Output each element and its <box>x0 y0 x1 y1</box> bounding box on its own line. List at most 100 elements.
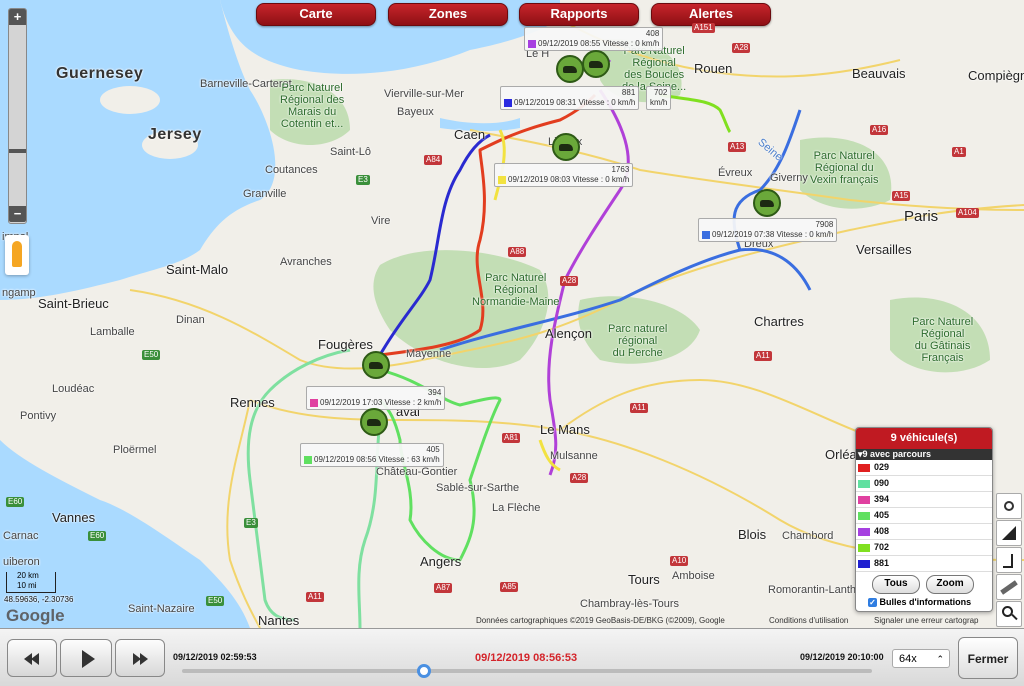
bubble-text: km/h <box>650 98 668 107</box>
vehicle-marker-icon[interactable] <box>753 189 781 217</box>
chevron-down-icon: ⌃ <box>936 654 944 664</box>
vehicle-list-item[interactable]: 394 <box>856 492 992 508</box>
vehicle-info-bubble[interactable]: 408 09/12/2019 08:55 Vitesse : 0 km/h <box>524 27 664 51</box>
place-label: Saint-Malo <box>166 262 229 277</box>
scale-mi: 10 mi <box>17 581 37 590</box>
place-label: Rouen <box>694 61 733 76</box>
road-badge: E60 <box>88 531 107 541</box>
bubble-text: 09/12/2019 17:03 Vitesse : 2 km/h <box>320 398 442 407</box>
vehicle-marker-icon[interactable] <box>552 133 580 161</box>
bubbles-checkbox-row[interactable]: ✓ Bulles d'informations <box>868 597 971 608</box>
rapports-button[interactable]: Rapports <box>519 3 639 26</box>
place-label: Guernesey <box>56 65 144 82</box>
measure-ruler-icon[interactable] <box>996 574 1022 600</box>
vehicle-marker-icon[interactable] <box>360 408 388 436</box>
road-badge: A10 <box>670 556 689 566</box>
place-label: Saint-Nazaire <box>128 603 195 615</box>
place-label: Vannes <box>52 510 96 525</box>
vehicle-list-item[interactable]: 029 <box>856 460 992 476</box>
place-label: Orléa <box>825 447 857 462</box>
zoom-slider[interactable]: + − <box>8 8 27 224</box>
all-vehicles-button[interactable]: Tous <box>872 575 920 594</box>
zoom-out-button[interactable]: − <box>9 206 26 222</box>
vehicle-list-item[interactable]: 702 <box>856 540 992 556</box>
place-label: Saint-Lô <box>330 146 371 158</box>
route-tool-icon[interactable] <box>996 547 1022 573</box>
place-label: Fougères <box>318 337 373 352</box>
report-error-link[interactable]: Signaler une erreur cartograp <box>874 616 979 625</box>
speed-select[interactable]: 64x ⌃ <box>892 649 950 668</box>
fast-forward-button[interactable] <box>115 639 165 677</box>
road-badge: A16 <box>870 125 889 135</box>
place-label: Loudéac <box>52 383 95 395</box>
place-label: Le Mans <box>540 422 590 437</box>
search-icon[interactable] <box>996 601 1022 627</box>
road-badge: A28 <box>560 276 579 286</box>
place-label: Chartres <box>754 314 804 329</box>
play-button[interactable] <box>60 639 112 677</box>
road-badge: E3 <box>356 175 370 185</box>
vehicle-info-bubble[interactable]: 1763 09/12/2019 08:03 Vitesse : 0 km/h <box>494 163 634 187</box>
road-badge: A28 <box>732 43 751 53</box>
vehicle-list-item[interactable]: 405 <box>856 508 992 524</box>
road-badge: E50 <box>206 596 225 606</box>
place-label: Jersey <box>148 126 202 143</box>
vehicle-list-item[interactable]: 090 <box>856 476 992 492</box>
place-label: Alençon <box>545 326 592 341</box>
road-badge: A1 <box>952 147 966 157</box>
place-label: Giverny <box>770 172 808 184</box>
road-badge: A87 <box>434 583 453 593</box>
locate-icon[interactable] <box>996 493 1022 519</box>
vehicle-info-bubble[interactable]: 881 09/12/2019 08:31 Vitesse : 0 km/h <box>500 86 640 110</box>
zoom-vehicles-button[interactable]: Zoom <box>926 575 974 594</box>
vehicle-info-bubble[interactable]: 394 09/12/2019 17:03 Vitesse : 2 km/h <box>306 386 446 410</box>
road-badge: A85 <box>500 582 519 592</box>
vehicle-list-subtitle[interactable]: ▾9 avec parcours <box>856 449 992 460</box>
road-badge: E3 <box>244 518 258 528</box>
bubble-text: 09/12/2019 08:55 Vitesse : 0 km/h <box>538 39 660 48</box>
vehicle-info-bubble[interactable]: 7908 09/12/2019 07:38 Vitesse : 0 km/h <box>698 218 838 242</box>
start-time: 09/12/2019 02:59:53 <box>173 652 257 662</box>
place-label: Versailles <box>856 242 912 257</box>
vehicle-name: 090 <box>874 478 890 488</box>
place-label: Ploërmel <box>113 444 157 456</box>
place-label: Tours <box>628 572 660 587</box>
close-button[interactable]: Fermer <box>958 637 1018 679</box>
vehicle-color-swatch <box>498 175 506 184</box>
road-badge: A11 <box>754 351 772 361</box>
vehicle-marker-icon[interactable] <box>556 55 584 83</box>
map-view[interactable]: Carte Zones Rapports Alertes Guernesey J… <box>0 0 1024 628</box>
vehicle-name: 408 <box>874 526 890 536</box>
bubble-text: 09/12/2019 08:56 Vitesse : 63 km/h <box>314 455 440 464</box>
vehicle-info-bubble[interactable]: 405 09/12/2019 08:56 Vitesse : 63 km/h <box>300 443 444 467</box>
zoom-slider-handle[interactable] <box>9 149 26 153</box>
rewind-button[interactable] <box>7 639 57 677</box>
road-badge: A15 <box>892 191 911 201</box>
vehicle-list-item[interactable]: 881 <box>856 556 992 572</box>
vehicle-name: 394 <box>874 494 890 504</box>
road-badge: A88 <box>508 247 527 257</box>
zones-button[interactable]: Zones <box>388 3 508 26</box>
checkbox-checked-icon[interactable]: ✓ <box>868 598 877 608</box>
fullscreen-icon[interactable] <box>996 520 1022 546</box>
vehicle-count-title[interactable]: 9 véhicule(s) <box>856 428 992 449</box>
vehicle-marker-icon[interactable] <box>362 351 390 379</box>
place-label: Amboise <box>672 570 715 582</box>
vehicle-color-swatch <box>310 398 318 407</box>
timeline-slider[interactable] <box>182 669 872 673</box>
place-label: Lamballe <box>90 326 135 338</box>
zoom-in-button[interactable]: + <box>9 9 26 25</box>
place-label: Saint-Brieuc <box>38 296 109 311</box>
road-badge: A84 <box>424 155 443 165</box>
terms-link[interactable]: Conditions d'utilisation <box>769 616 848 625</box>
street-view-pegman-icon[interactable] <box>5 235 29 275</box>
bubble-vehicle-id: 7908 <box>815 220 834 229</box>
road-badge: A13 <box>728 142 747 152</box>
park-label: Parc Naturel Régional Normandie-Maine <box>472 272 560 308</box>
carte-button[interactable]: Carte <box>256 3 376 26</box>
timeline-slider-handle[interactable] <box>416 664 431 678</box>
bubble-text: 09/12/2019 08:03 Vitesse : 0 km/h <box>508 175 630 184</box>
vehicle-list-item[interactable]: 408 <box>856 524 992 540</box>
vehicle-info-bubble[interactable]: 702 km/h <box>646 86 672 110</box>
vehicle-marker-icon[interactable] <box>582 50 610 78</box>
